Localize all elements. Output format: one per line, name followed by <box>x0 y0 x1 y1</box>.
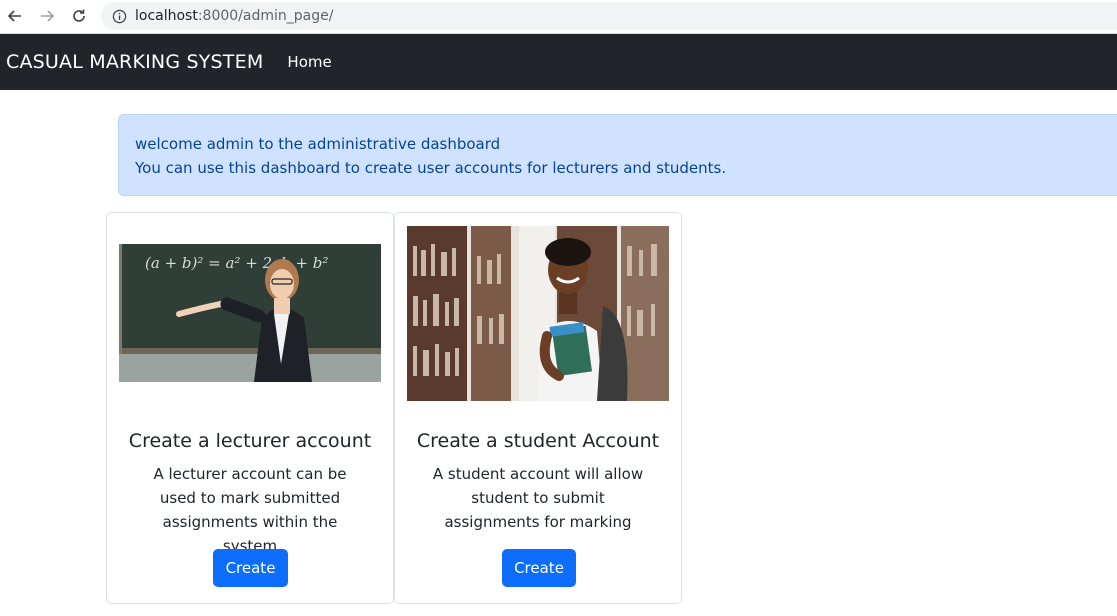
lecturer-card-text: A lecturer account can be used to mark s… <box>153 465 347 555</box>
forward-icon[interactable] <box>36 5 58 27</box>
url-host: localhost <box>135 8 198 24</box>
nav-link-home[interactable]: Home <box>287 53 331 71</box>
info-icon[interactable] <box>111 8 127 24</box>
student-card-text: A student account will allow student to … <box>432 465 644 531</box>
alert-line-welcome: welcome admin to the administrative dash… <box>135 135 501 153</box>
reload-icon[interactable] <box>68 5 90 27</box>
student-card: Create a student Account A student accou… <box>394 212 682 604</box>
lecturer-card-title: Create a lecturer account <box>128 430 372 452</box>
navbar-brand[interactable]: CASUAL MARKING SYSTEM <box>6 51 263 73</box>
lecturer-image: (a + b)² = a² + 2ab + b² <box>119 244 381 382</box>
welcome-alert: welcome admin to the administrative dash… <box>118 114 1117 196</box>
url-path: :8000/admin_page/ <box>197 8 334 24</box>
lecturer-card: (a + b)² = a² + 2ab + b² Create a lectur… <box>106 212 394 604</box>
svg-text:(a + b)² = a² + 2ab + b²: (a + b)² = a² + 2ab + b² <box>145 254 328 272</box>
url-text: localhost:8000/admin_page/ <box>135 8 333 24</box>
alert-line-info: You can use this dashboard to create use… <box>135 159 727 177</box>
student-card-title: Create a student Account <box>416 430 660 452</box>
navbar: CASUAL MARKING SYSTEM Home <box>0 34 1117 90</box>
address-bar[interactable]: localhost:8000/admin_page/ <box>101 2 1117 30</box>
create-student-button[interactable]: Create <box>502 549 576 587</box>
create-lecturer-button[interactable]: Create <box>213 549 288 587</box>
browser-toolbar: localhost:8000/admin_page/ <box>0 0 1117 34</box>
back-icon[interactable] <box>4 5 26 27</box>
student-image <box>407 226 669 401</box>
